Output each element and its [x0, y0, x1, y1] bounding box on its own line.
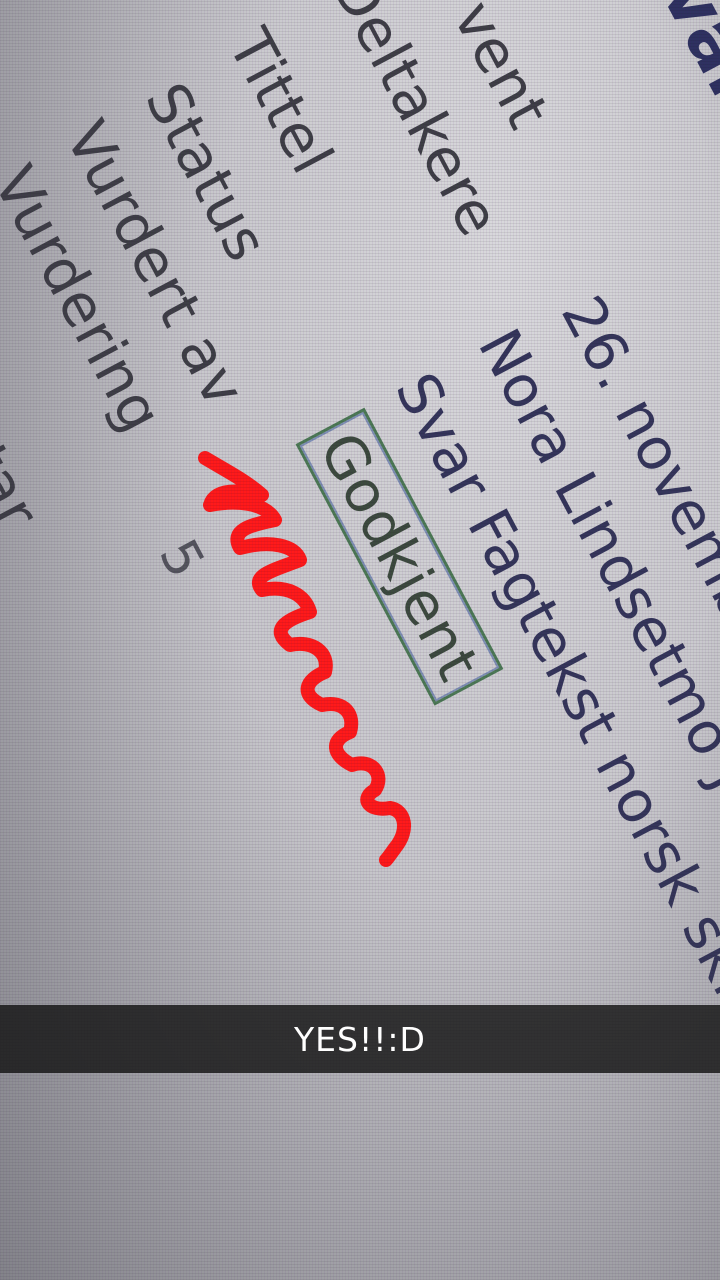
caption-text: YES!!:D	[294, 1019, 426, 1059]
label-comment: ntar	[0, 400, 53, 541]
page-heading-fragment: varelse	[644, 0, 720, 270]
value-assessment: 5	[147, 530, 216, 588]
caption-bar: YES!!:D	[0, 1005, 720, 1073]
